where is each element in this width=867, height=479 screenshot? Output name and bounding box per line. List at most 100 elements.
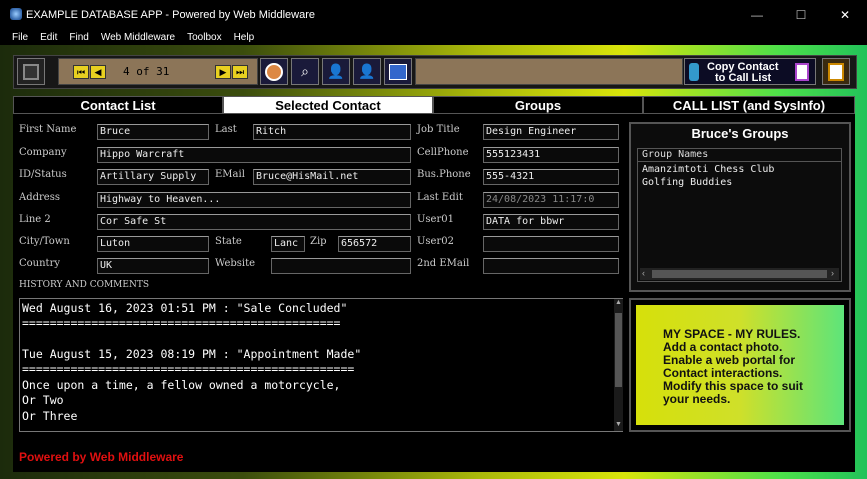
calendar-button[interactable] xyxy=(384,58,412,85)
scroll-up-icon[interactable]: ▲ xyxy=(615,299,622,306)
history-label: HISTORY AND COMMENTS xyxy=(19,280,150,290)
company-label: Company xyxy=(19,147,67,158)
menu-edit[interactable]: Edit xyxy=(34,30,63,45)
toolbar: ⏮ ◀ 4 of 31 ▶ ⏭ ⌕ 👤 👤 Copy Contact to Ca… xyxy=(13,55,857,89)
first-name-label: First Name xyxy=(19,124,77,135)
job-title-field[interactable]: Design Engineer xyxy=(483,124,619,140)
first-icon: ⏮ xyxy=(76,66,86,77)
menu-bar: File Edit Find Web Middleware Toolbox He… xyxy=(0,30,867,45)
second-email-label: 2nd EMail xyxy=(417,258,470,269)
company-field[interactable]: Hippo Warcraft xyxy=(97,147,411,163)
window-title: EXAMPLE DATABASE APP - Powered by Web Mi… xyxy=(26,9,315,21)
close-button[interactable]: ✕ xyxy=(823,0,867,30)
comment-line: ========================================… xyxy=(22,362,355,376)
add-contact-button[interactable]: 👤 xyxy=(322,58,350,85)
menu-help[interactable]: Help xyxy=(228,30,261,45)
comment-line: Or Three xyxy=(22,409,78,423)
menu-toolbox[interactable]: Toolbox xyxy=(181,30,227,45)
prev-record-button[interactable]: ◀ xyxy=(90,65,106,79)
find-button[interactable]: ⌕ xyxy=(291,58,319,85)
menu-web-middleware[interactable]: Web Middleware xyxy=(95,30,181,45)
tab-call-list[interactable]: CALL LIST (and SysInfo) xyxy=(643,96,855,114)
id-status-label: ID/Status xyxy=(19,169,67,180)
cellphone-label: CellPhone xyxy=(417,147,469,158)
floppy-icon xyxy=(23,63,39,80)
tab-contact-list[interactable]: Contact List xyxy=(13,96,223,114)
comment-line: Or Two xyxy=(22,393,64,407)
delete-contact-button[interactable]: 👤 xyxy=(353,58,381,85)
email-field[interactable]: Bruce@HisMail.net xyxy=(253,169,411,185)
history-comments-area[interactable]: Wed August 16, 2023 01:51 PM : "Sale Con… xyxy=(19,298,623,432)
last-name-field[interactable]: Ritch xyxy=(253,124,411,140)
state-label: State xyxy=(215,236,242,247)
toolbar-spacer xyxy=(415,58,683,85)
maximize-button[interactable]: ☐ xyxy=(779,0,823,30)
save-button[interactable] xyxy=(17,58,45,85)
line2-field[interactable]: Cor Safe St xyxy=(97,214,411,230)
user02-field[interactable] xyxy=(483,236,619,252)
menu-find[interactable]: Find xyxy=(63,30,94,45)
comment-line: ========================================… xyxy=(22,316,341,330)
user01-label: User01 xyxy=(417,214,454,225)
copy-to-call-list-button[interactable]: Copy Contact to Call List xyxy=(684,58,816,85)
tab-groups[interactable]: Groups xyxy=(433,96,643,114)
website-field[interactable] xyxy=(271,258,411,274)
phone-icon xyxy=(689,63,699,81)
state-field[interactable]: Lanc xyxy=(271,236,305,252)
my-space-area: MY SPACE - MY RULES. Add a contact photo… xyxy=(636,305,844,425)
add-user-icon: 👤 xyxy=(327,63,345,79)
last-label: Last xyxy=(215,124,237,135)
tab-selected-contact[interactable]: Selected Contact xyxy=(223,96,433,114)
first-name-field[interactable]: Bruce xyxy=(97,124,209,140)
country-label: Country xyxy=(19,258,61,269)
comment-line: Tue August 15, 2023 08:19 PM : "Appointm… xyxy=(22,347,362,361)
scroll-right-icon[interactable]: › xyxy=(831,268,834,278)
user02-label: User02 xyxy=(417,236,454,247)
country-field[interactable]: UK xyxy=(97,258,209,274)
user01-field[interactable]: DATA for bbwr xyxy=(483,214,619,230)
id-status-field[interactable]: Artillary Supply xyxy=(97,169,209,185)
contact-panel: First Name Bruce Last Ritch Job Title De… xyxy=(13,114,855,472)
notes-button[interactable] xyxy=(822,58,850,85)
first-record-button[interactable]: ⏮ xyxy=(73,65,89,79)
list-item[interactable]: Amanzimtoti Chess Club xyxy=(642,164,774,175)
next-record-button[interactable]: ▶ xyxy=(215,65,231,79)
list-item[interactable]: Golfing Buddies xyxy=(642,177,732,188)
scroll-left-icon[interactable]: ‹ xyxy=(642,268,645,278)
minimize-button[interactable]: — xyxy=(735,0,779,30)
bus-phone-field[interactable]: 555-4321 xyxy=(483,169,619,185)
last-edit-label: Last Edit xyxy=(417,192,463,203)
groups-title: Bruce's Groups xyxy=(691,126,789,141)
second-email-field[interactable] xyxy=(483,258,619,274)
last-record-button[interactable]: ⏭ xyxy=(232,65,248,79)
comment-line: Wed August 16, 2023 01:51 PM : "Sale Con… xyxy=(22,301,348,315)
call-list-label: to Call List xyxy=(715,72,772,84)
group-names-header: Group Names xyxy=(638,149,841,162)
job-title-label: Job Title xyxy=(417,124,460,135)
menu-file[interactable]: File xyxy=(0,30,34,45)
compass-button[interactable] xyxy=(260,58,288,85)
groups-scrollbar[interactable]: ‹ › xyxy=(640,268,839,280)
cellphone-field[interactable]: 555123431 xyxy=(483,147,619,163)
bus-phone-label: Bus.Phone xyxy=(417,169,471,180)
scroll-thumb[interactable] xyxy=(615,313,622,387)
website-label: Website xyxy=(215,258,256,269)
groups-list[interactable]: Group Names Amanzimtoti Chess Club Golfi… xyxy=(637,148,842,282)
footer-branding: Powered by Web Middleware xyxy=(19,450,184,464)
compass-icon xyxy=(265,62,283,81)
scroll-down-icon[interactable]: ▼ xyxy=(615,421,622,428)
record-counter: 4 of 31 xyxy=(123,65,170,78)
address-field[interactable]: Highway to Heaven... xyxy=(97,192,411,208)
line2-label: Line 2 xyxy=(19,214,51,225)
address-label: Address xyxy=(19,192,60,203)
record-navigator: ⏮ ◀ 4 of 31 ▶ ⏭ xyxy=(58,58,258,85)
comment-line: Once upon a time, a fellow owned a motor… xyxy=(22,378,341,392)
comments-scrollbar[interactable]: ▲ ▼ xyxy=(614,299,623,431)
my-space-panel: MY SPACE - MY RULES. Add a contact photo… xyxy=(629,298,851,432)
my-space-text: MY SPACE - MY RULES. Add a contact photo… xyxy=(663,327,804,406)
notes-icon xyxy=(828,62,844,81)
city-town-field[interactable]: Luton xyxy=(97,236,209,252)
zip-field[interactable]: 656572 xyxy=(338,236,411,252)
binoculars-icon: ⌕ xyxy=(301,63,309,79)
scroll-thumb[interactable] xyxy=(652,270,827,278)
